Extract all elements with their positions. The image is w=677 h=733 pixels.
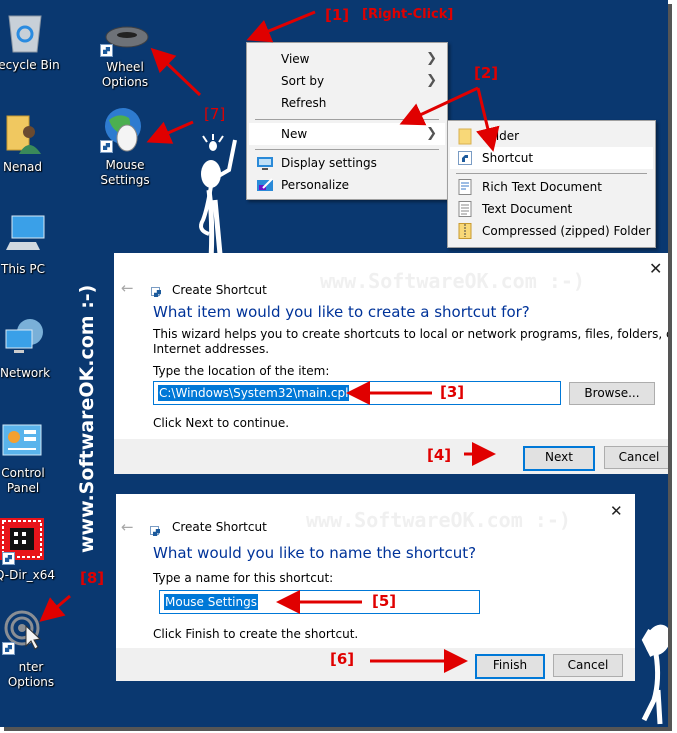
browse-button[interactable]: Browse... [569, 382, 655, 405]
stick-figure-thinking-icon [641, 624, 668, 725]
shortcut-overlay-icon [100, 44, 113, 57]
desktop-icon-recycle-bin[interactable]: ecycle Bin [0, 8, 60, 78]
back-arrow-icon[interactable]: ← [121, 518, 134, 536]
shortcut-overlay-icon [2, 642, 15, 655]
continue-hint: Click Next to continue. [153, 416, 290, 430]
desktop-context-menu: View ❯ Sort by ❯ Refresh New ❯ Display s… [246, 42, 448, 200]
desktop-icon-this-pc[interactable]: This PC [0, 212, 50, 278]
annotation-step7: [7] [204, 105, 226, 123]
cancel-button[interactable]: Cancel [604, 446, 668, 469]
rtf-document-icon [458, 179, 472, 195]
annotation-step6: [6] [330, 650, 355, 668]
wizard-heading: What item would you like to create a sho… [153, 303, 530, 321]
annotation-step5: [5] [372, 592, 397, 610]
menu-item-sort-by[interactable]: Sort by ❯ [249, 70, 445, 92]
display-icon [257, 157, 273, 170]
close-icon[interactable]: ✕ [649, 259, 662, 278]
annotation-step4: [4] [427, 446, 452, 464]
recycle-bin-icon [8, 15, 42, 53]
chevron-right-icon: ❯ [426, 73, 437, 88]
menu-separator [255, 119, 439, 120]
annotation-right-click: [Right-Click] [362, 7, 454, 22]
back-arrow-icon[interactable]: ← [121, 279, 134, 297]
annotation-step8: [8] [80, 569, 105, 587]
zip-folder-icon [458, 223, 472, 239]
wizard-shortcut-icon [151, 287, 160, 296]
screenshot-shadow [4, 727, 672, 731]
submenu-item-folder[interactable]: Folder [450, 125, 653, 147]
dialog-footer: Finish Cancel [116, 648, 635, 681]
menu-item-view[interactable]: View ❯ [249, 48, 445, 70]
control-panel-icon [2, 424, 42, 456]
user-folder-icon [6, 115, 41, 154]
annotation-step1: [1] [325, 6, 350, 24]
submenu-item-shortcut[interactable]: Shortcut [450, 147, 653, 169]
close-icon[interactable]: ✕ [610, 502, 623, 520]
text-document-icon [458, 201, 472, 217]
menu-item-display-settings[interactable]: Display settings [249, 152, 445, 174]
desktop[interactable]: ecycle Bin Wheel Options Nenad Mouse Set… [0, 0, 668, 727]
cancel-button[interactable]: Cancel [553, 654, 623, 677]
menu-separator [456, 173, 647, 174]
chevron-right-icon: ❯ [426, 126, 437, 141]
wizard-shortcut-icon [150, 526, 159, 535]
finish-hint: Click Finish to create the shortcut. [153, 627, 359, 641]
shortcut-name-input[interactable]: Mouse Settings [159, 590, 480, 614]
shortcut-overlay-icon [100, 140, 113, 153]
dialog-title: Create Shortcut [172, 520, 267, 534]
desktop-icon-control-panel[interactable]: Control Panel [0, 422, 50, 498]
annotation-step2: [2] [474, 64, 499, 82]
network-icon [5, 319, 43, 353]
screenshot-shadow [668, 4, 672, 731]
vertical-watermark: www.SoftwareOK.com :-) [76, 284, 98, 553]
shortcut-name-input-value: Mouse Settings [164, 594, 258, 610]
menu-item-personalize[interactable]: Personalize [249, 174, 445, 196]
shortcut-icon [458, 151, 472, 165]
location-input-value: C:\Windows\System32\main.cpl [158, 385, 350, 401]
desktop-icon-nenad[interactable]: Nenad [0, 110, 50, 180]
arrow-step1 [246, 10, 316, 43]
desktop-icon-pointer-options[interactable]: nter Options [0, 610, 70, 689]
watermark: www.SoftwareOK.com :-) [320, 269, 585, 293]
dialog-footer: Next Cancel [114, 439, 668, 474]
create-shortcut-dialog-step1: www.SoftwareOK.com :-) ← Create Shortcut… [114, 253, 668, 474]
create-shortcut-dialog-step2: www.SoftwareOK.com :-) ← Create Shortcut… [116, 494, 635, 681]
wizard-description-line2: Internet addresses. [153, 342, 270, 356]
menu-item-new[interactable]: New ❯ [249, 123, 445, 145]
location-label: Type the location of the item: [153, 364, 330, 378]
menu-item-refresh[interactable]: Refresh [249, 92, 445, 114]
desktop-icon-network[interactable]: Network [0, 316, 50, 382]
menu-separator [255, 149, 439, 150]
name-label: Type a name for this shortcut: [153, 571, 334, 585]
location-input[interactable]: C:\Windows\System32\main.cpl [153, 381, 561, 405]
submenu-item-compressed-folder[interactable]: Compressed (zipped) Folder [450, 220, 653, 242]
new-submenu: Folder Shortcut Rich Text Document Text … [447, 120, 656, 248]
folder-icon [458, 128, 472, 145]
annotation-step3: [3] [440, 383, 465, 401]
desktop-icon-q-dir[interactable]: Q-Dir_x64 [0, 518, 60, 586]
watermark: www.SoftwareOK.com :-) [306, 508, 571, 532]
desktop-icon-wheel-options[interactable]: Wheel Options [84, 22, 174, 89]
next-button[interactable]: Next [523, 446, 595, 471]
computer-icon [6, 215, 45, 250]
chevron-right-icon: ❯ [426, 51, 437, 66]
personalize-icon [257, 178, 273, 191]
desktop-icon-mouse-settings[interactable]: Mouse Settings [80, 106, 174, 187]
submenu-item-rich-text-document[interactable]: Rich Text Document [450, 176, 653, 198]
shortcut-overlay-icon [2, 552, 15, 565]
dialog-title: Create Shortcut [172, 283, 267, 297]
wizard-description: This wizard helps you to create shortcut… [153, 327, 668, 341]
finish-button[interactable]: Finish [475, 654, 545, 679]
wizard-heading: What would you like to name the shortcut… [153, 544, 477, 562]
submenu-item-text-document[interactable]: Text Document [450, 198, 653, 220]
